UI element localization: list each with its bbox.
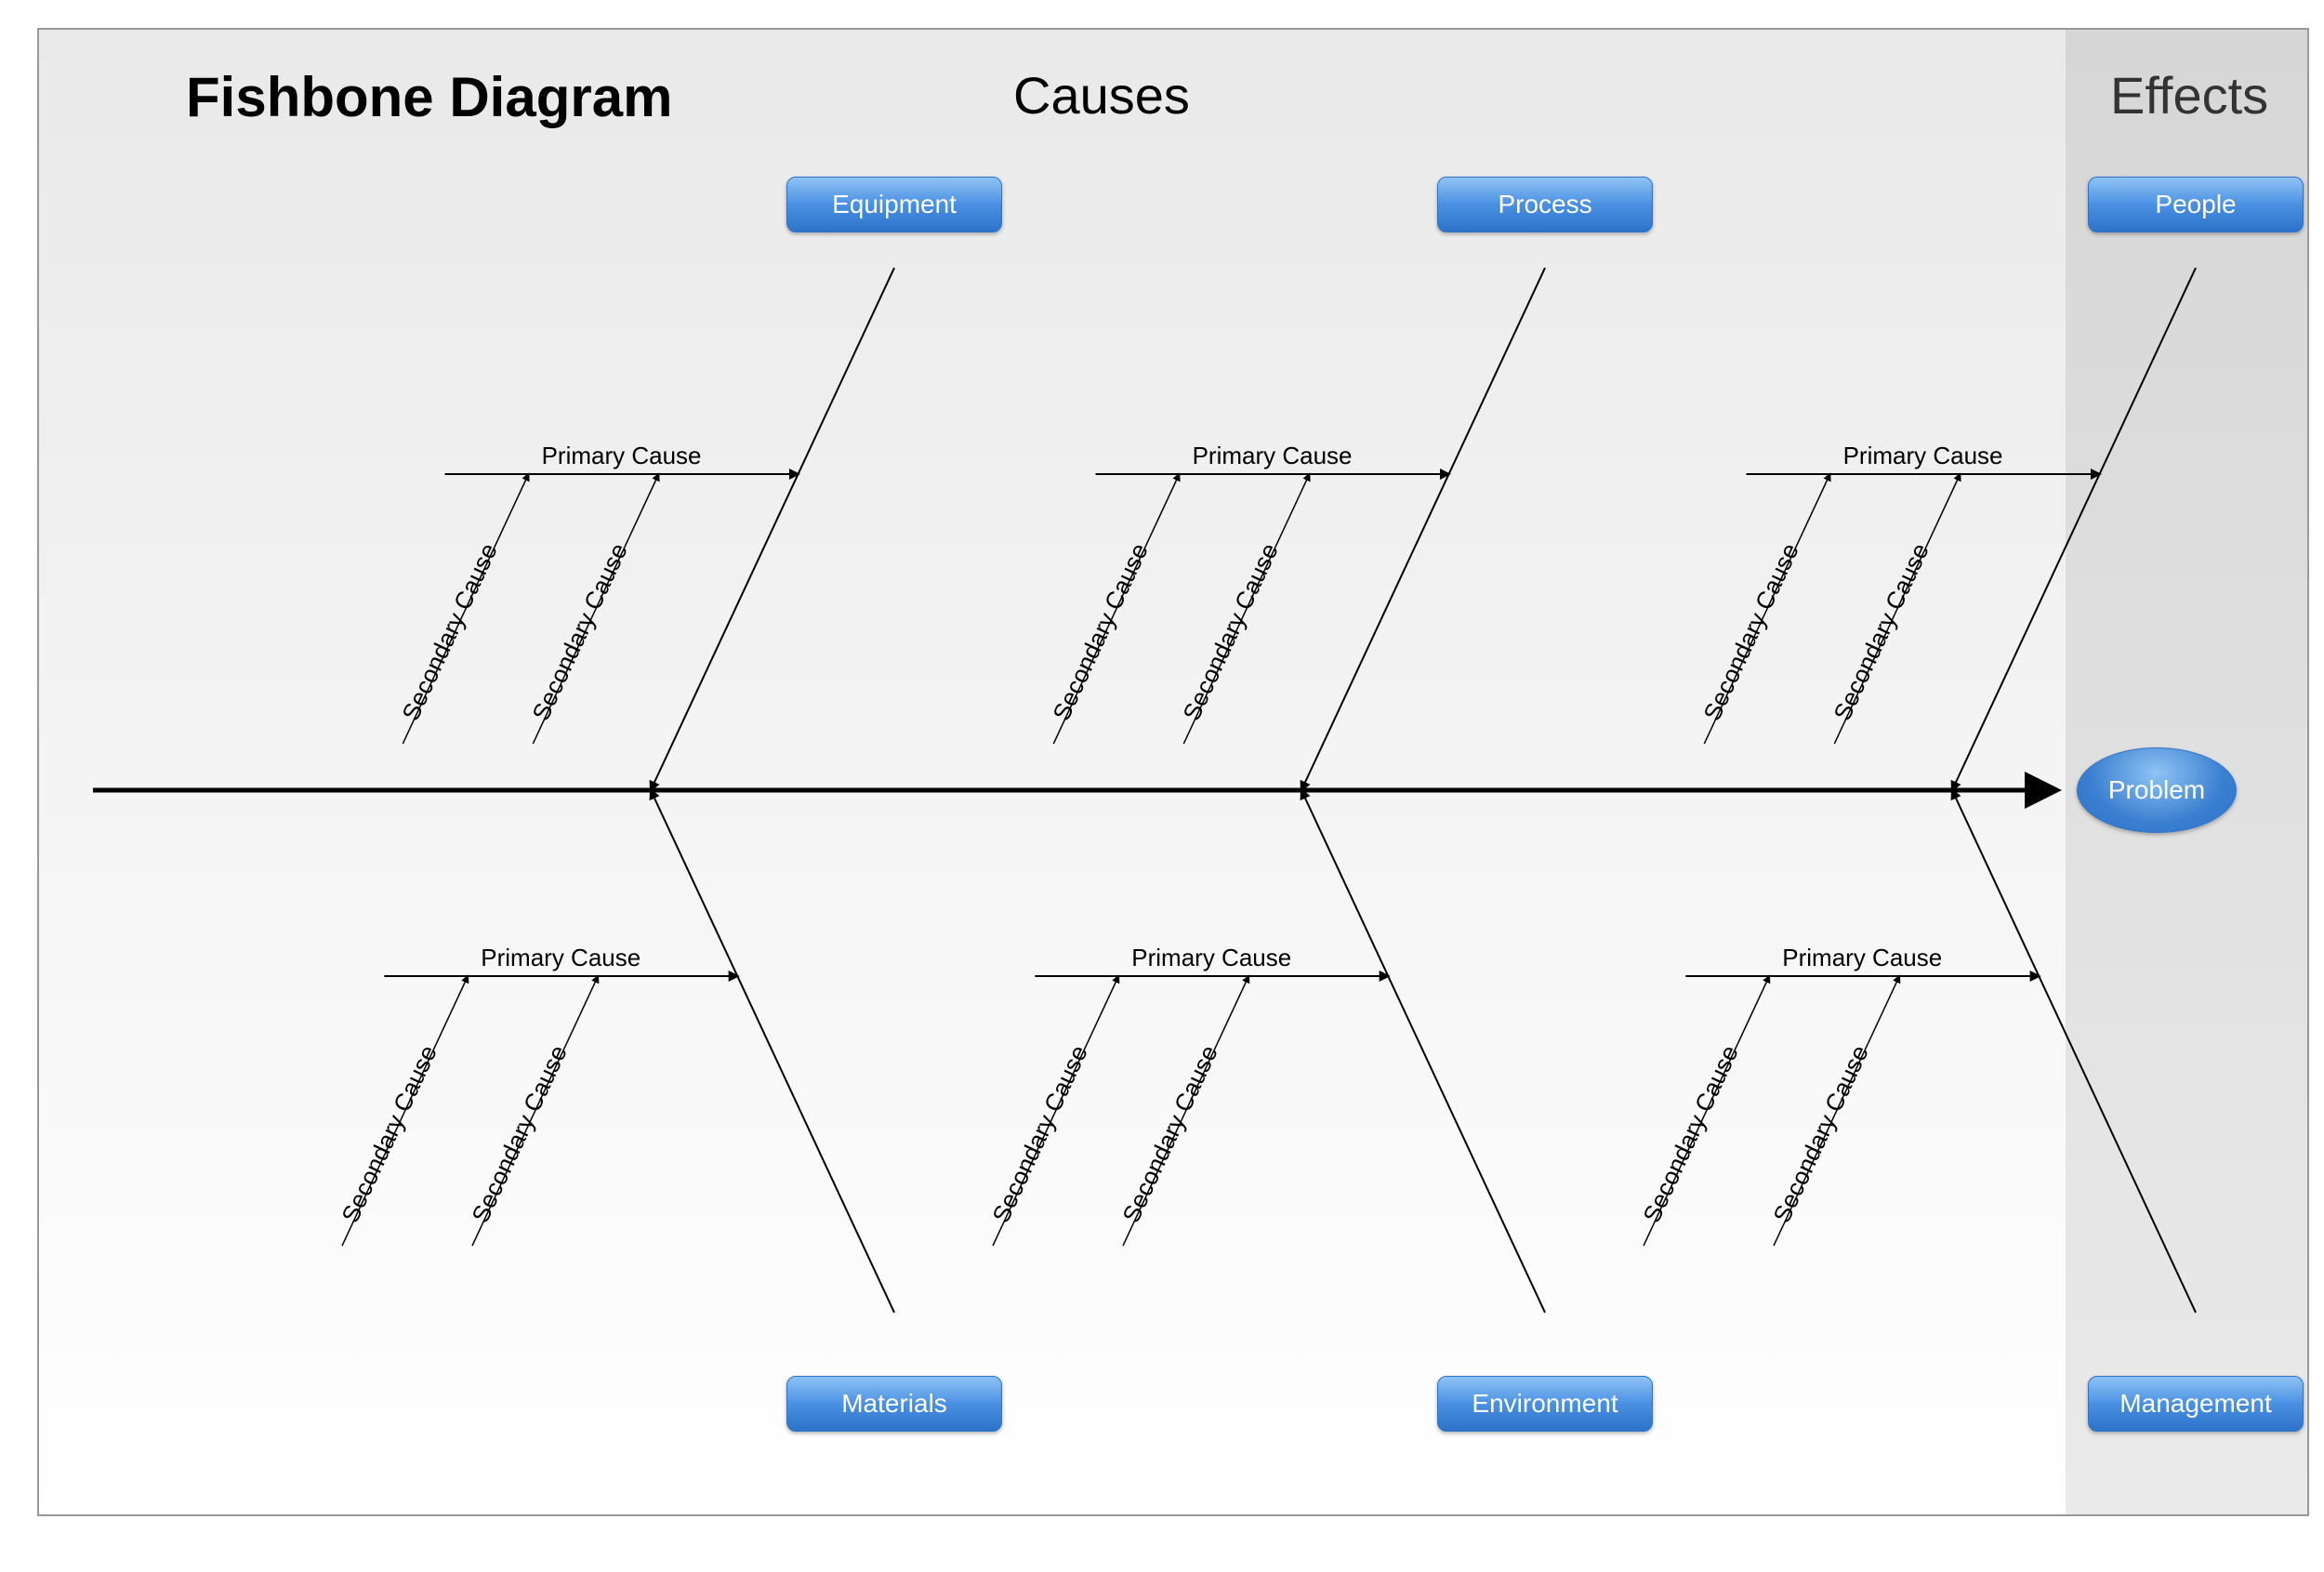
primary-cause-t1: Primary Cause bbox=[1193, 442, 1353, 470]
category-environment: Environment bbox=[1437, 1376, 1653, 1432]
category-people: People bbox=[2088, 177, 2304, 232]
primary-cause-t2: Primary Cause bbox=[1843, 442, 2003, 470]
category-management: Management bbox=[2088, 1376, 2304, 1432]
header-causes: Causes bbox=[1013, 65, 1190, 125]
category-equipment: Equipment bbox=[786, 177, 1002, 232]
primary-cause-b0: Primary Cause bbox=[481, 944, 640, 972]
primary-cause-t0: Primary Cause bbox=[542, 442, 702, 470]
diagram-stage: Fishbone Diagram Causes Effects Equipmen… bbox=[0, 0, 2324, 1572]
problem-node: Problem bbox=[2077, 747, 2237, 833]
header-effects: Effects bbox=[2110, 65, 2268, 125]
primary-cause-b2: Primary Cause bbox=[1782, 944, 1942, 972]
diagram-title: Fishbone Diagram bbox=[186, 65, 672, 129]
category-materials: Materials bbox=[786, 1376, 1002, 1432]
causes-panel bbox=[37, 28, 2067, 1516]
primary-cause-b1: Primary Cause bbox=[1131, 944, 1291, 972]
category-process: Process bbox=[1437, 177, 1653, 232]
